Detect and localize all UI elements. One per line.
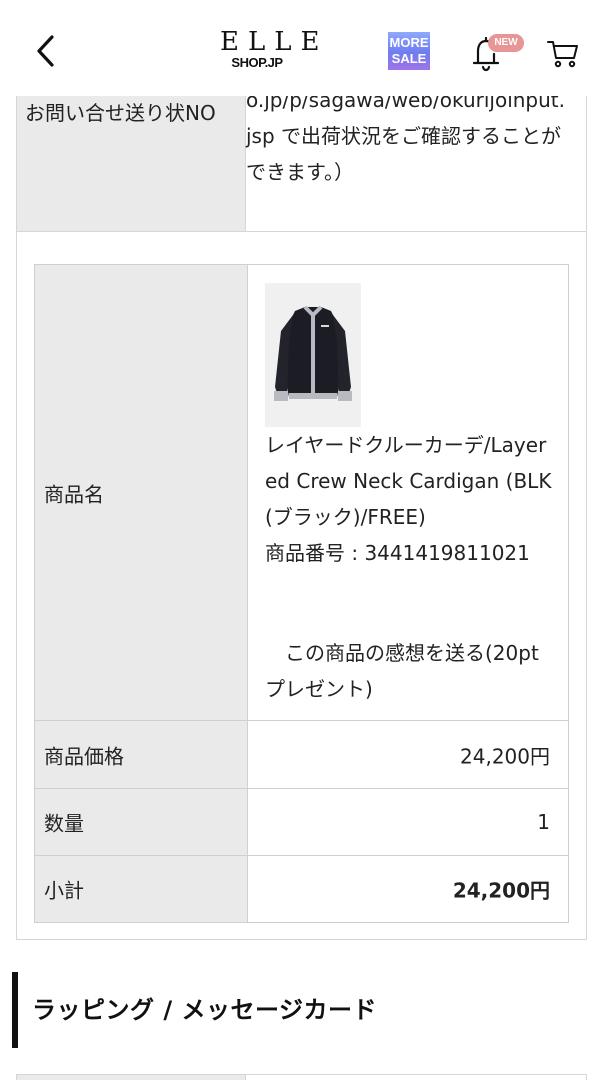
- quantity-row: 数量 1: [35, 789, 568, 856]
- more-sale-line2: SALE: [391, 51, 427, 66]
- subtotal-row: 小計 24,200円: [35, 856, 568, 922]
- more-sale-line1: MORE: [389, 35, 429, 50]
- more-sale-button[interactable]: MORE SALE: [388, 32, 430, 70]
- subtotal-label-cell: 小計: [35, 856, 248, 922]
- product-thumbnail[interactable]: [265, 283, 361, 427]
- elle-shop-logo[interactable]: ELLE SHOP.JP: [212, 27, 329, 74]
- logo-main-text: ELLE: [220, 27, 329, 57]
- shipping-inquiry-value: o.jp/p/sagawa/web/okurijoinput.jsp で出荷状況…: [246, 82, 566, 190]
- shipping-inquiry-label: お問い合せ送り状NO: [25, 101, 216, 125]
- product-price-value: 24,200円: [460, 744, 550, 768]
- subtotal-label: 小計: [44, 878, 84, 903]
- logo-sub-text: SHOP.JP: [231, 55, 283, 70]
- cart-button[interactable]: [546, 36, 580, 70]
- product-name[interactable]: レイヤードクルーカーデ/Layered Crew Neck Cardigan (…: [265, 427, 555, 535]
- product-name-label: 商品名: [44, 482, 104, 506]
- shipping-inquiry-value-text: o.jp/p/sagawa/web/okurijoinput.jsp で出荷状況…: [246, 88, 565, 184]
- back-button[interactable]: [30, 32, 60, 70]
- product-price-label: 商品価格: [44, 744, 124, 768]
- subtotal-value: 24,200円: [452, 878, 550, 903]
- product-price-label-cell: 商品価格: [35, 721, 248, 788]
- quantity-label: 数量: [44, 811, 84, 836]
- review-link[interactable]: この商品の感想を送る(20ptプレゼント): [265, 635, 555, 707]
- cart-icon: [547, 41, 578, 68]
- chevron-left-icon: [37, 35, 54, 67]
- product-item-number: 商品番号 : 3441419811021: [265, 541, 530, 565]
- new-badge: NEW: [488, 34, 524, 52]
- wrapping-table-label-cell: [17, 1075, 246, 1080]
- product-table: 商品名 商品価格 24,200円 数量 1 小計 24,200円 レイヤードクル…: [34, 264, 569, 923]
- product-description: レイヤードクルーカーデ/Layered Crew Neck Cardigan (…: [265, 427, 555, 571]
- quantity-value: 1: [537, 810, 550, 834]
- product-price-row: 商品価格 24,200円: [35, 721, 568, 789]
- wrapping-section-title: ラッピング / メッセージカード: [32, 996, 377, 1024]
- product-name-label-cell: 商品名: [35, 265, 248, 720]
- quantity-label-cell: 数量: [35, 789, 248, 855]
- app-header: ELLE SHOP.JP MORE SALE NEW: [0, 0, 603, 96]
- wrapping-table: [16, 1074, 587, 1080]
- section-accent-bar: [12, 972, 18, 1048]
- cardigan-image: [265, 283, 361, 427]
